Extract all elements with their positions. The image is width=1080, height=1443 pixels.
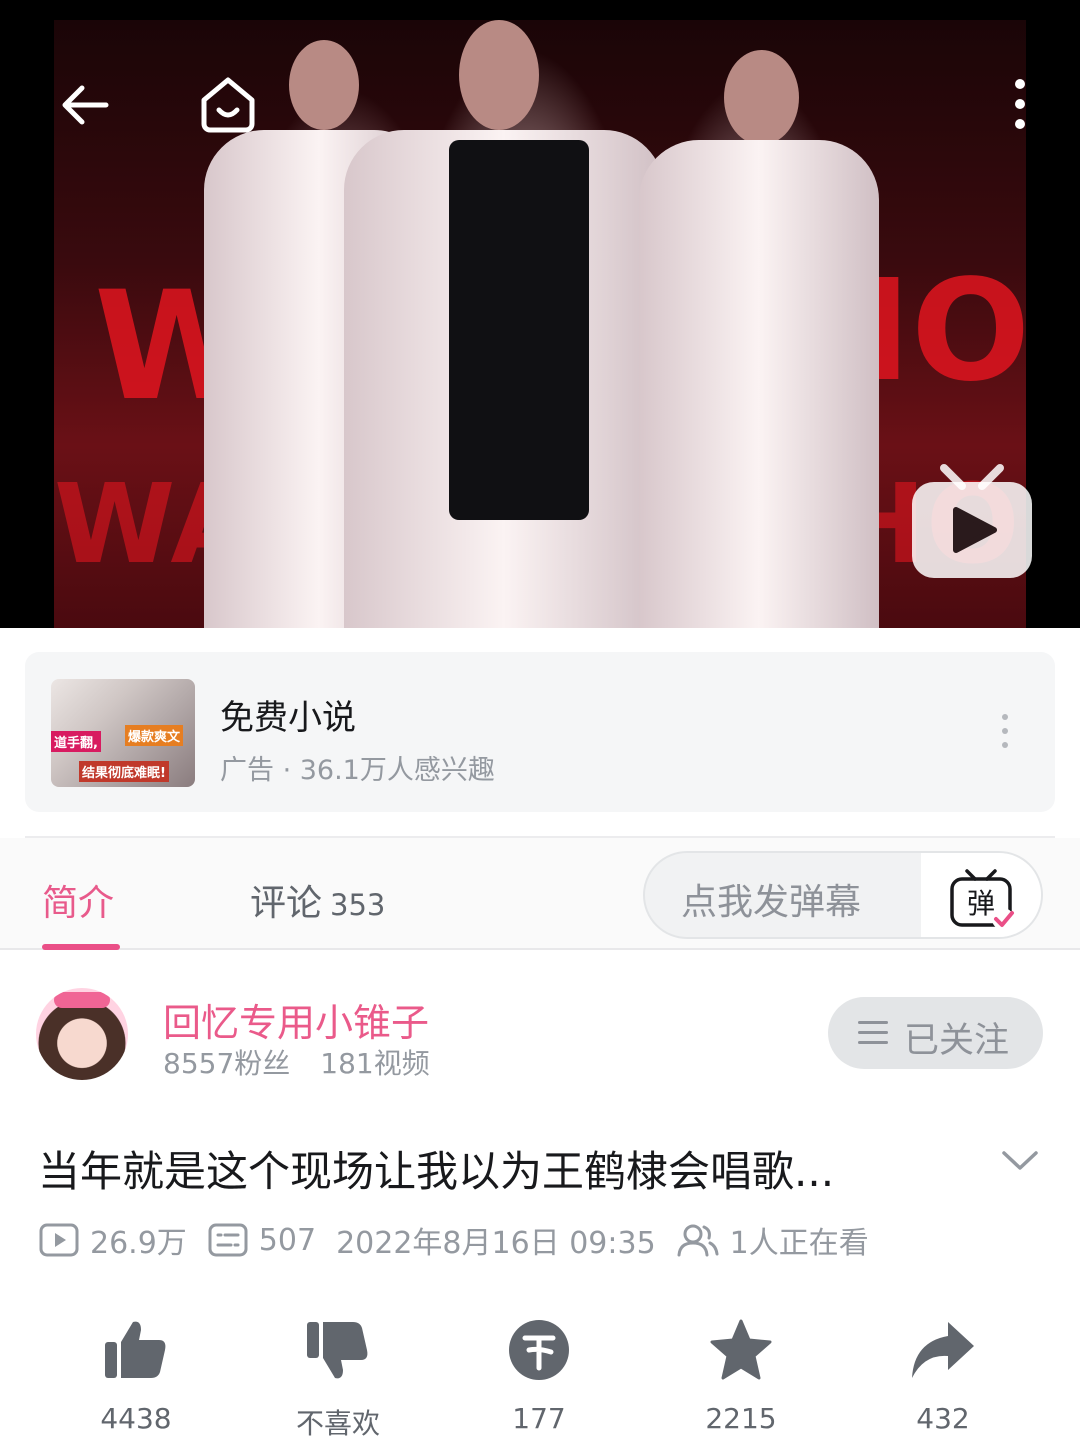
tab-comments-count: 353: [330, 888, 386, 922]
performer-head: [724, 50, 799, 145]
performer-head: [289, 40, 359, 130]
danmaku-count: 507: [258, 1222, 317, 1258]
like-count: 4438: [100, 1402, 172, 1435]
video-player[interactable]: WA HOI WAN HOI: [0, 0, 1080, 628]
ad-more-button[interactable]: [995, 714, 1015, 754]
tab-intro[interactable]: 简介: [42, 874, 114, 926]
danmaku-count-icon: [208, 1223, 248, 1257]
video-meta: 26.9万 507 2022年8月16日 09:35 1人正在看: [38, 1218, 869, 1262]
like-button[interactable]: 4438: [56, 1318, 216, 1435]
thumbs-up-icon: [105, 1321, 166, 1378]
arrow-left-icon: [62, 85, 109, 125]
coin-icon: [509, 1320, 569, 1380]
tab-comments[interactable]: 评论 353: [250, 874, 385, 926]
home-button[interactable]: [196, 72, 260, 136]
tab-bar: 简介 评论 353 点我发弹幕 弹: [0, 838, 1080, 950]
performer-shirt: [449, 140, 589, 520]
viewers-icon: [677, 1224, 719, 1257]
ad-card[interactable]: 道手翻, 爆款爽文 结果彻底难眠! 免费小说 广告 · 36.1万人感兴趣: [25, 652, 1055, 812]
uploader-stats: 8557粉丝 181视频: [163, 1042, 430, 1082]
dislike-label: 不喜欢: [295, 1407, 380, 1440]
ad-subtitle: 广告 · 36.1万人感兴趣: [220, 755, 495, 786]
follow-button[interactable]: 已关注: [828, 997, 1043, 1069]
back-button[interactable]: [58, 78, 112, 132]
avatar-bow: [54, 992, 110, 1008]
ad-thumb-caption: 结果彻底难眠!: [79, 761, 169, 782]
uploader-avatar[interactable]: [36, 988, 128, 1080]
ad-thumb-caption: 道手翻,: [51, 731, 101, 752]
svg-text:弹: 弹: [967, 887, 995, 920]
favorite-count: 2215: [705, 1402, 777, 1435]
share-count: 432: [916, 1402, 970, 1435]
coin-button[interactable]: 177: [459, 1318, 619, 1435]
thumbs-down-icon: [307, 1322, 368, 1379]
menu-lines-icon: [858, 1021, 888, 1045]
more-vertical-icon: [1015, 79, 1025, 129]
star-icon: [710, 1319, 772, 1380]
uploader-name[interactable]: 回忆专用小锥子: [163, 992, 429, 1047]
video-title: 当年就是这个现场让我以为王鹤棣会唱歌...: [38, 1147, 835, 1196]
more-vertical-icon: [1002, 714, 1008, 720]
chevron-down-icon: [1002, 1151, 1038, 1170]
danmaku-input[interactable]: 点我发弹幕 弹: [643, 851, 1043, 939]
bilibili-watermark: [910, 462, 1034, 580]
more-options-button[interactable]: [1008, 78, 1032, 132]
play-count-icon: [39, 1223, 79, 1257]
danmaku-placeholder: 点我发弹幕: [681, 882, 862, 923]
uploader-fans: 8557粉丝: [163, 1047, 291, 1080]
view-count: 26.9万: [90, 1226, 187, 1261]
follow-label: 已关注: [904, 1021, 1010, 1061]
uploader-videos: 181视频: [320, 1047, 430, 1080]
tab-active-indicator: [42, 944, 120, 950]
dislike-button[interactable]: 不喜欢: [258, 1318, 418, 1442]
danmaku-toggle-icon: 弹: [950, 869, 1014, 930]
expand-description-button[interactable]: [1000, 1148, 1040, 1178]
ad-title: 免费小说: [220, 698, 356, 738]
coin-count: 177: [512, 1402, 566, 1435]
danmaku-toggle-button[interactable]: 弹: [921, 853, 1041, 937]
home-smile-icon: [201, 77, 255, 133]
tab-comments-label: 评论: [250, 883, 323, 924]
watching-now: 1人正在看: [729, 1226, 869, 1261]
favorite-button[interactable]: 2215: [661, 1318, 821, 1435]
share-arrow-icon: [912, 1322, 974, 1378]
ad-thumbnail[interactable]: 道手翻, 爆款爽文 结果彻底难眠!: [51, 679, 195, 787]
ad-thumb-caption: 爆款爽文: [125, 725, 184, 746]
performer-right: [639, 140, 879, 628]
performer-head: [459, 20, 539, 130]
publish-time: 2022年8月16日 09:35: [336, 1226, 656, 1261]
share-button[interactable]: 432: [863, 1318, 1023, 1435]
bilibili-tv-play-icon: [912, 464, 1032, 578]
